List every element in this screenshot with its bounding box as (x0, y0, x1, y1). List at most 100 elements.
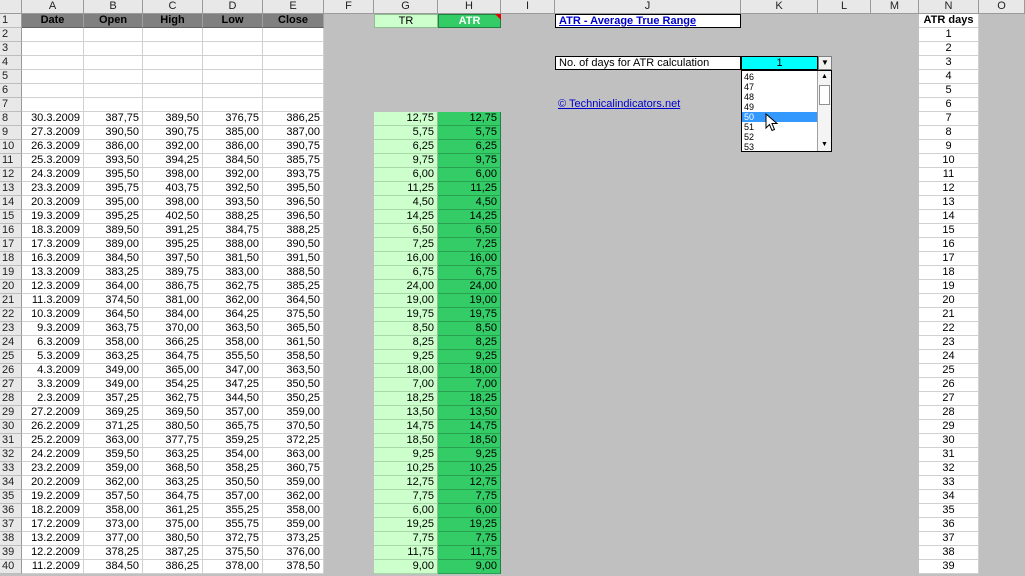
data-cell[interactable]: 25.2.2009 (22, 434, 84, 448)
row-header[interactable]: 14 (0, 196, 22, 210)
atr-days-value[interactable]: 34 (919, 490, 979, 504)
atr-value[interactable]: 14,25 (438, 210, 501, 224)
data-cell[interactable]: 355,75 (203, 518, 263, 532)
data-cell[interactable]: 402,50 (143, 210, 203, 224)
empty-cell[interactable] (22, 28, 84, 42)
row-header[interactable]: 37 (0, 518, 22, 532)
data-cell[interactable]: 364,75 (143, 350, 203, 364)
select-all-corner[interactable] (0, 0, 22, 14)
atr-value[interactable]: 6,50 (438, 224, 501, 238)
row-header[interactable]: 2 (0, 28, 22, 42)
atr-value[interactable]: 18,00 (438, 364, 501, 378)
row-header[interactable]: 6 (0, 84, 22, 98)
atr-days-value[interactable]: 18 (919, 266, 979, 280)
atr-value[interactable]: 4,50 (438, 196, 501, 210)
atr-days-value[interactable]: 7 (919, 112, 979, 126)
data-cell[interactable]: 376,75 (203, 112, 263, 126)
atr-value[interactable]: 5,75 (438, 126, 501, 140)
data-cell[interactable]: 363,00 (84, 434, 143, 448)
data-cell[interactable]: 375,00 (143, 518, 203, 532)
days-value-cell[interactable]: 1 (741, 56, 818, 70)
atr-days-value[interactable]: 27 (919, 392, 979, 406)
data-cell[interactable]: 358,50 (263, 350, 324, 364)
data-cell[interactable]: 384,50 (84, 252, 143, 266)
atr-days-value[interactable]: 15 (919, 224, 979, 238)
atr-value[interactable]: 9,25 (438, 448, 501, 462)
atr-value[interactable]: 18,50 (438, 434, 501, 448)
column-header[interactable]: O (979, 0, 1025, 14)
data-cell[interactable]: 362,75 (203, 280, 263, 294)
data-cell[interactable]: 392,00 (143, 140, 203, 154)
data-cell[interactable]: 363,25 (84, 350, 143, 364)
data-cell[interactable]: 359,00 (263, 406, 324, 420)
data-cell[interactable]: 23.2.2009 (22, 462, 84, 476)
data-cell[interactable]: 25.3.2009 (22, 154, 84, 168)
data-cell[interactable]: 363,50 (263, 364, 324, 378)
data-cell[interactable]: 24.2.2009 (22, 448, 84, 462)
atr-days-value[interactable]: 22 (919, 322, 979, 336)
empty-cell[interactable] (143, 42, 203, 56)
dropdown-arrow-button[interactable]: ▼ (818, 56, 832, 70)
tr-value[interactable]: 8,25 (374, 336, 438, 350)
row-header[interactable]: 32 (0, 448, 22, 462)
tr-value[interactable]: 14,75 (374, 420, 438, 434)
data-cell[interactable]: 363,00 (263, 448, 324, 462)
row-header[interactable]: 7 (0, 98, 22, 112)
tr-value[interactable]: 14,25 (374, 210, 438, 224)
data-cell[interactable]: 359,00 (263, 476, 324, 490)
data-cell[interactable]: 384,50 (203, 154, 263, 168)
tr-value[interactable]: 6,00 (374, 168, 438, 182)
empty-cell[interactable] (263, 56, 324, 70)
data-cell[interactable]: 363,75 (84, 322, 143, 336)
tr-value[interactable]: 18,50 (374, 434, 438, 448)
row-header[interactable]: 26 (0, 364, 22, 378)
tr-value[interactable]: 24,00 (374, 280, 438, 294)
data-cell[interactable]: 30.3.2009 (22, 112, 84, 126)
column-header[interactable]: I (501, 0, 555, 14)
data-cell[interactable]: 392,00 (203, 168, 263, 182)
data-cell[interactable]: 385,25 (263, 280, 324, 294)
data-cell[interactable]: 390,50 (263, 238, 324, 252)
empty-cell[interactable] (143, 56, 203, 70)
data-cell[interactable]: 13.3.2009 (22, 266, 84, 280)
data-cell[interactable]: 386,00 (84, 140, 143, 154)
atr-days-value[interactable]: 30 (919, 434, 979, 448)
empty-cell[interactable] (203, 98, 263, 112)
row-header[interactable]: 9 (0, 126, 22, 140)
empty-cell[interactable] (203, 84, 263, 98)
data-cell[interactable]: 383,00 (203, 266, 263, 280)
atr-days-value[interactable]: 26 (919, 378, 979, 392)
data-cell[interactable]: 384,00 (143, 308, 203, 322)
empty-cell[interactable] (263, 28, 324, 42)
atr-value[interactable]: 19,00 (438, 294, 501, 308)
atr-days-value[interactable]: 13 (919, 196, 979, 210)
tr-value[interactable]: 12,75 (374, 476, 438, 490)
data-cell[interactable]: 380,50 (143, 532, 203, 546)
data-cell[interactable]: 388,25 (203, 210, 263, 224)
data-cell[interactable]: 365,50 (263, 322, 324, 336)
row-header[interactable]: 24 (0, 336, 22, 350)
data-cell[interactable]: 369,50 (143, 406, 203, 420)
data-cell[interactable]: 395,50 (84, 168, 143, 182)
atr-days-value[interactable]: 32 (919, 462, 979, 476)
atr-days-value[interactable]: 16 (919, 238, 979, 252)
tr-value[interactable]: 9,25 (374, 448, 438, 462)
row-header[interactable]: 8 (0, 112, 22, 126)
data-cell[interactable]: 372,75 (203, 532, 263, 546)
data-cell[interactable]: 354,25 (143, 378, 203, 392)
atr-value[interactable]: 6,75 (438, 266, 501, 280)
empty-cell[interactable] (263, 70, 324, 84)
tr-value[interactable]: 19,75 (374, 308, 438, 322)
row-header[interactable]: 35 (0, 490, 22, 504)
atr-days-value[interactable]: 8 (919, 126, 979, 140)
data-cell[interactable]: 16.3.2009 (22, 252, 84, 266)
data-cell[interactable]: 397,50 (143, 252, 203, 266)
data-cell[interactable]: 394,25 (143, 154, 203, 168)
tr-value[interactable]: 7,00 (374, 378, 438, 392)
atr-days-value[interactable]: 39 (919, 560, 979, 574)
data-cell[interactable]: 10.3.2009 (22, 308, 84, 322)
data-cell[interactable]: 375,50 (263, 308, 324, 322)
data-cell[interactable]: 403,75 (143, 182, 203, 196)
data-cell[interactable]: 9.3.2009 (22, 322, 84, 336)
empty-cell[interactable] (22, 98, 84, 112)
